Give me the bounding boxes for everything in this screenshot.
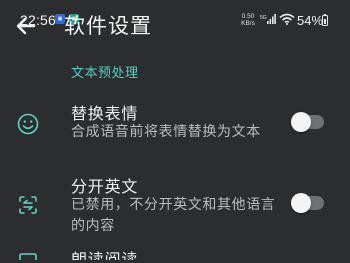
toggle-knob: [291, 112, 311, 132]
wifi-icon: [279, 13, 295, 25]
setting-title: 分开英文: [71, 177, 139, 196]
toggle-knob: [291, 193, 311, 213]
section-header: 文本预处理: [71, 66, 139, 81]
split-english-toggle[interactable]: [291, 193, 324, 213]
setting-description: 已禁用，不分开英文和其他语言的内容: [71, 197, 276, 234]
split-text-icon: [19, 196, 37, 214]
status-bar: 22:56 ▣ ▣ 0.50 KB/s 5G 54%: [0, 0, 350, 40]
partial-setting-title[interactable]: 朗读阅读: [71, 250, 138, 260]
battery-percent: 54%: [297, 13, 324, 28]
smiley-icon: [17, 113, 39, 135]
network-speed: 0.50 KB/s: [239, 13, 257, 27]
setting-title: 替换表情: [71, 104, 139, 123]
network-speed-value: 0.50: [241, 13, 255, 20]
setting-replace-emoji[interactable]: 替换表情 合成语音前将表情替换为文本: [0, 100, 350, 160]
battery-icon: [322, 15, 328, 26]
page-title: 软件设置: [64, 14, 152, 38]
partial-setting-icon: [19, 253, 37, 260]
network-speed-unit: KB/s: [241, 20, 255, 27]
replace-emoji-toggle[interactable]: [291, 112, 324, 132]
setting-description: 合成语音前将表情替换为文本: [71, 124, 261, 140]
svg-text:5G: 5G: [260, 15, 267, 21]
back-arrow-icon[interactable]: [14, 14, 38, 38]
cellular-signal-icon: 5G: [260, 14, 276, 24]
setting-split-english[interactable]: 分开英文 已禁用，不分开英文和其他语言的内容: [0, 173, 350, 263]
